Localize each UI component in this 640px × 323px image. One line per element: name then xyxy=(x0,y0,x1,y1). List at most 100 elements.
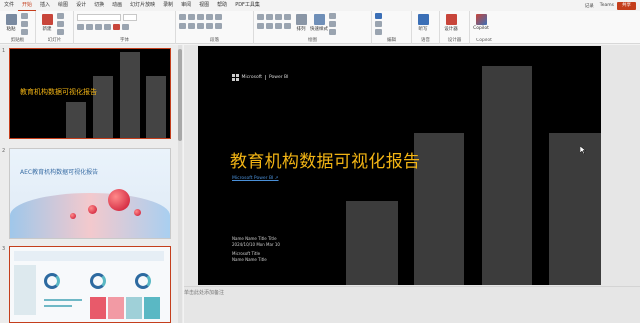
tab-animations[interactable]: 动画 xyxy=(108,0,126,11)
shape-format-buttons xyxy=(329,13,336,35)
decrease-indent-icon[interactable] xyxy=(197,14,204,20)
tab-pdf-tools[interactable]: PDF工具集 xyxy=(231,0,264,11)
callout-shape-icon[interactable] xyxy=(275,23,282,29)
slide-subtitle-link[interactable]: Microsoft Power BI ↗ xyxy=(232,176,279,181)
triangle-shape-icon[interactable] xyxy=(284,14,291,20)
font-format-row xyxy=(77,24,137,30)
star-shape-icon[interactable] xyxy=(266,23,273,29)
shapes-row-2 xyxy=(257,23,291,29)
record-button[interactable]: 记录 xyxy=(582,3,597,9)
shapes-gallery xyxy=(257,13,291,29)
quick-styles-button[interactable]: 快速样式 xyxy=(310,13,328,35)
slide-meta-line-3[interactable]: Microsoft Title xyxy=(232,251,260,256)
tab-help[interactable]: 帮助 xyxy=(213,0,231,11)
slide-thumbnail-1[interactable]: 教育机构数据可视化报告 xyxy=(9,48,171,139)
arrange-label: 排列 xyxy=(296,27,306,32)
thumb1-bar-3 xyxy=(120,52,140,138)
tab-file[interactable]: 文件 xyxy=(0,0,18,11)
font-size-input[interactable] xyxy=(123,14,137,21)
paste-button[interactable]: 粘贴 xyxy=(3,13,19,35)
ribbon-group-voice: 听写 语音 xyxy=(412,11,440,44)
copilot-button[interactable]: Copilot xyxy=(473,13,489,35)
bold-icon[interactable] xyxy=(77,24,84,30)
shapes-row-1 xyxy=(257,14,291,20)
teams-button[interactable]: Teams xyxy=(597,3,617,8)
underline-icon[interactable] xyxy=(95,24,102,30)
slide-brand: Microsoft Power BI xyxy=(232,74,288,81)
slides-mini-buttons xyxy=(57,13,64,35)
tab-draw[interactable]: 绘图 xyxy=(54,0,72,11)
oval-shape-icon[interactable] xyxy=(275,14,282,20)
slide-bar-4[interactable] xyxy=(549,133,601,285)
align-left-icon[interactable] xyxy=(179,23,186,29)
slide-meta-line-1[interactable]: Name Name Title Title xyxy=(232,236,277,241)
cut-icon[interactable] xyxy=(21,13,28,19)
slide-bar-3[interactable] xyxy=(482,66,532,285)
font-name-input[interactable] xyxy=(77,14,121,21)
thumb2-large-ball xyxy=(108,189,130,211)
shape-effects-icon[interactable] xyxy=(329,29,336,35)
thumb1-title: 教育机构数据可视化报告 xyxy=(20,88,97,96)
slide-thumbnail-3[interactable] xyxy=(9,246,171,323)
select-icon[interactable] xyxy=(375,29,382,35)
slide-bar-1[interactable] xyxy=(346,201,398,285)
align-center-icon[interactable] xyxy=(188,23,195,29)
new-slide-label: 新建 xyxy=(42,27,52,32)
justify-icon[interactable] xyxy=(206,23,213,29)
slide-meta-line-2[interactable]: 2024/10/10 Mon Mar 10 xyxy=(232,242,280,247)
notes-placeholder[interactable]: 单击此处添加备注 xyxy=(184,289,224,296)
font-color-icon[interactable] xyxy=(113,24,120,30)
shape-outline-icon[interactable] xyxy=(329,21,336,27)
align-right-icon[interactable] xyxy=(197,23,204,29)
tab-review[interactable]: 审阅 xyxy=(177,0,195,11)
tab-design[interactable]: 设计 xyxy=(72,0,90,11)
strikethrough-icon[interactable] xyxy=(104,24,111,30)
reset-icon[interactable] xyxy=(57,21,64,27)
replace-icon[interactable] xyxy=(375,21,382,27)
highlight-icon[interactable] xyxy=(122,24,129,30)
arrange-button[interactable]: 排列 xyxy=(293,13,309,35)
paragraph-group-label: 段落 xyxy=(210,38,219,43)
numbering-icon[interactable] xyxy=(188,14,195,20)
copy-icon[interactable] xyxy=(21,21,28,27)
columns-icon[interactable] xyxy=(215,23,222,29)
slide-thumbnail-2[interactable]: AEC教育机构数据可视化报告 xyxy=(9,148,171,239)
thumbnail-scrollbar-handle[interactable] xyxy=(178,49,182,141)
tab-slideshow[interactable]: 幻灯片放映 xyxy=(126,0,159,11)
format-painter-icon[interactable] xyxy=(21,29,28,35)
tab-transitions[interactable]: 切换 xyxy=(90,0,108,11)
slide-title[interactable]: 教育机构数据可视化报告 xyxy=(230,147,420,172)
line-shape-icon[interactable] xyxy=(257,14,264,20)
tab-insert[interactable]: 插入 xyxy=(36,0,54,11)
line-spacing-icon[interactable] xyxy=(215,14,222,20)
new-slide-button[interactable]: 新建 xyxy=(39,13,55,35)
thumb3-block-3 xyxy=(126,297,142,319)
rectangle-shape-icon[interactable] xyxy=(266,14,273,20)
designer-button[interactable]: 设计器 xyxy=(443,13,459,35)
thumbnail-number-1: 1 xyxy=(2,48,6,54)
layout-icon[interactable] xyxy=(57,13,64,19)
section-icon[interactable] xyxy=(57,29,64,35)
thumbnail-scrollbar[interactable] xyxy=(178,45,182,323)
increase-indent-icon[interactable] xyxy=(206,14,213,20)
tab-home[interactable]: 开始 xyxy=(18,0,37,11)
brand-divider xyxy=(264,74,266,80)
quick-styles-icon xyxy=(313,14,325,25)
slide-meta-line-4[interactable]: Name Name Title xyxy=(232,257,267,262)
arrow-shape-icon[interactable] xyxy=(257,23,264,29)
shape-fill-icon[interactable] xyxy=(329,13,336,19)
current-slide-canvas[interactable]: Microsoft Power BI 教育机构数据可视化报告 Microsoft… xyxy=(198,46,601,285)
dictate-button[interactable]: 听写 xyxy=(415,13,431,35)
find-icon[interactable] xyxy=(375,13,382,19)
italic-icon[interactable] xyxy=(86,24,93,30)
tab-record[interactable]: 录制 xyxy=(159,0,177,11)
share-button[interactable]: 共享 xyxy=(617,1,636,10)
thumb2-ball-4 xyxy=(70,213,76,219)
more-shapes-icon[interactable] xyxy=(284,23,291,29)
thumb2-wave xyxy=(10,193,170,238)
slide-bar-2[interactable] xyxy=(414,133,464,285)
thumbnail-number-2: 2 xyxy=(2,148,6,154)
font-group-label: 字体 xyxy=(120,38,129,43)
bullets-icon[interactable] xyxy=(179,14,186,20)
tab-view[interactable]: 视图 xyxy=(195,0,213,11)
